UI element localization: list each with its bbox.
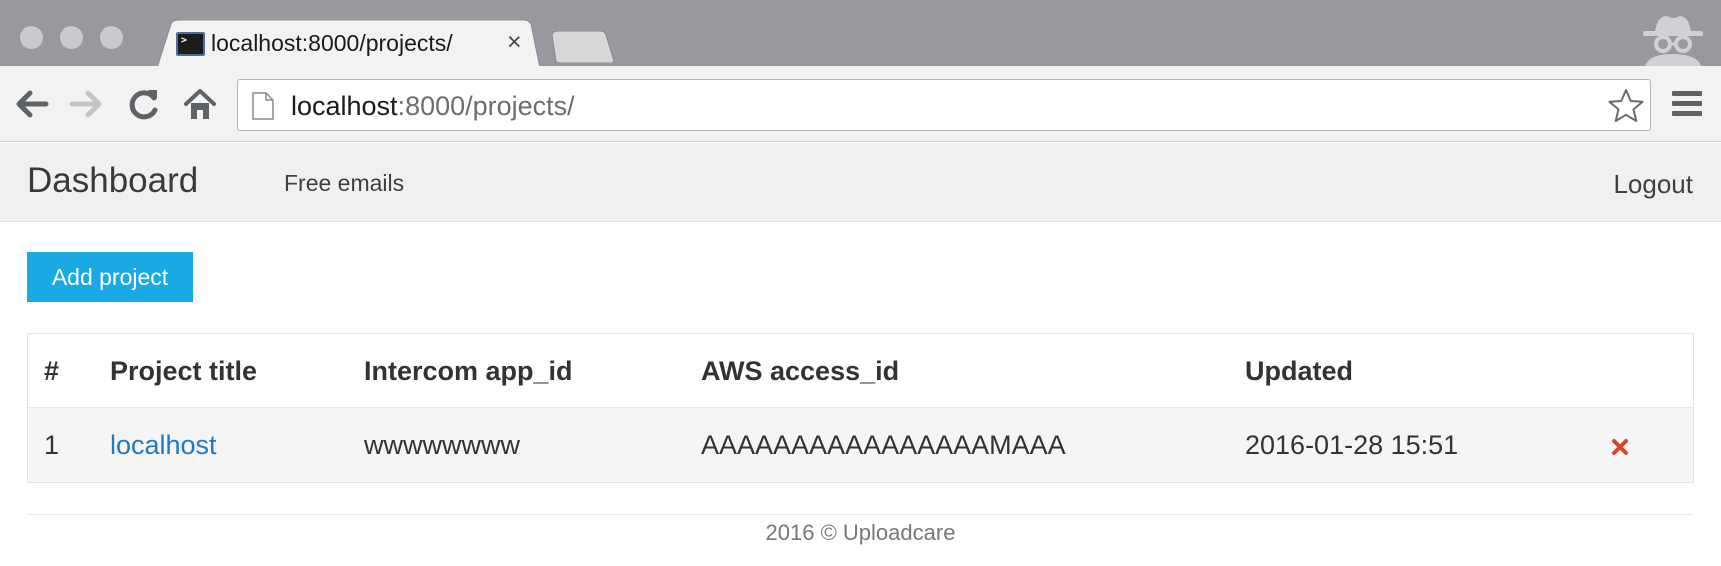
logout-link[interactable]: Logout <box>1613 169 1693 200</box>
site-navbar: Dashboard Free emails Logout <box>0 143 1721 222</box>
hamburger-menu-icon[interactable] <box>1670 88 1704 120</box>
nav-link-free-emails[interactable]: Free emails <box>284 170 404 197</box>
table-row: 1 localhost wwwwwwww AAAAAAAAAAAAAAAAMAA… <box>28 407 1693 482</box>
window-minimize-control[interactable] <box>60 26 83 49</box>
browser-titlebar: localhost:8000/projects/ × <box>0 0 1721 68</box>
column-header-project-title: Project title <box>110 356 258 386</box>
column-header-intercom-app-id: Intercom app_id <box>364 356 573 386</box>
column-header-aws-access-id: AWS access_id <box>701 356 900 386</box>
cell-intercom-app-id: wwwwwwww <box>364 430 520 460</box>
url-text: localhost:8000/projects/ <box>291 91 575 122</box>
table-header-row: # Project title Intercom app_id AWS acce… <box>28 334 1693 407</box>
new-tab-button[interactable] <box>548 30 616 64</box>
window-maximize-control[interactable] <box>100 26 123 49</box>
projects-table: # Project title Intercom app_id AWS acce… <box>27 333 1694 483</box>
star-icon[interactable] <box>1606 87 1646 125</box>
reload-icon[interactable] <box>124 86 164 122</box>
home-icon[interactable] <box>180 86 220 122</box>
window-close-control[interactable] <box>20 26 43 49</box>
add-project-button[interactable]: Add project <box>27 252 193 302</box>
delete-icon[interactable] <box>1611 438 1629 456</box>
browser-tab-active[interactable]: localhost:8000/projects/ × <box>157 20 540 68</box>
url-host: localhost <box>291 91 398 121</box>
tab-close-icon[interactable]: × <box>507 28 522 56</box>
address-bar[interactable]: localhost:8000/projects/ <box>237 79 1651 131</box>
brand-dashboard-link[interactable]: Dashboard <box>27 161 198 201</box>
footer-copyright: 2016 © Uploadcare <box>765 520 956 545</box>
terminal-favicon-icon <box>176 32 205 56</box>
cell-number: 1 <box>44 430 60 460</box>
browser-toolbar: localhost:8000/projects/ <box>0 66 1721 142</box>
back-arrow-icon[interactable] <box>12 86 52 122</box>
incognito-icon <box>1633 10 1713 66</box>
cell-updated: 2016-01-28 15:51 <box>1245 430 1459 460</box>
tab-title: localhost:8000/projects/ <box>211 30 453 56</box>
cell-aws-access-id: AAAAAAAAAAAAAAAAMAAA <box>701 430 1066 460</box>
project-title-link[interactable]: localhost <box>110 430 217 461</box>
footer-divider <box>27 514 1694 515</box>
column-header-number: # <box>44 356 60 386</box>
column-header-updated: Updated <box>1245 356 1353 386</box>
page-icon <box>252 92 274 120</box>
url-path: :8000/projects/ <box>397 91 575 121</box>
forward-arrow-icon[interactable] <box>66 86 106 122</box>
